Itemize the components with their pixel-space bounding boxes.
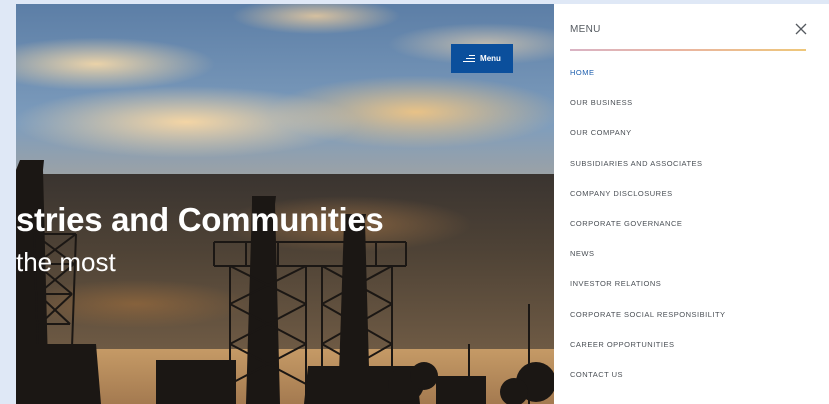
side-menu-title: MENU — [570, 24, 601, 35]
browser-viewport: stries and Communities the most Menu MEN… — [16, 4, 829, 404]
nav-item-career-opportunities[interactable]: CAREER OPPORTUNITIES — [570, 340, 726, 370]
hero-banner: stries and Communities the most Menu — [16, 4, 554, 404]
nav-item-news[interactable]: NEWS — [570, 249, 726, 279]
nav-item-investor-relations[interactable]: INVESTOR RELATIONS — [570, 279, 726, 309]
nav-item-our-business[interactable]: OUR BUSINESS — [570, 98, 726, 128]
close-icon[interactable] — [794, 22, 808, 36]
nav-item-subsidiaries-and-associates[interactable]: SUBSIDIARIES AND ASSOCIATES — [570, 159, 726, 189]
nav-item-company-disclosures[interactable]: COMPANY DISCLOSURES — [570, 189, 726, 219]
menu-button-label: Menu — [480, 54, 501, 63]
hero-subtitle: the most — [16, 247, 116, 277]
nav-item-corporate-social-responsibility[interactable]: CORPORATE SOCIAL RESPONSIBILITY — [570, 310, 726, 340]
side-menu-panel: MENU HOME OUR BUSINESS OUR COMPANY SUBSI… — [554, 4, 829, 404]
nav-item-home[interactable]: HOME — [570, 68, 726, 98]
side-menu-header: MENU — [570, 22, 808, 50]
nav-item-corporate-governance[interactable]: CORPORATE GOVERNANCE — [570, 219, 726, 249]
nav-item-contact-us[interactable]: CONTACT US — [570, 370, 726, 400]
hero-title: stries and Communities — [16, 201, 384, 238]
side-menu-divider — [570, 49, 806, 51]
menu-button[interactable]: Menu — [451, 44, 513, 73]
nav-item-our-company[interactable]: OUR COMPANY — [570, 128, 726, 158]
side-menu-nav: HOME OUR BUSINESS OUR COMPANY SUBSIDIARI… — [570, 68, 726, 400]
hamburger-icon — [463, 55, 476, 62]
